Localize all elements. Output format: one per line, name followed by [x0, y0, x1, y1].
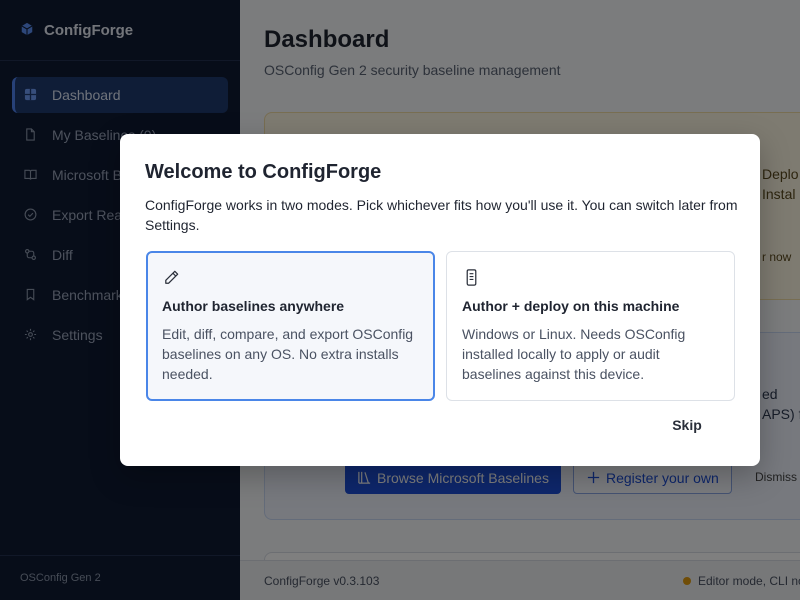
skip-button[interactable]: Skip [648, 410, 726, 440]
mode-option-author-anywhere[interactable]: Author baselines anywhere Edit, diff, co… [146, 251, 435, 401]
welcome-dialog: Welcome to ConfigForge ConfigForge works… [120, 134, 760, 466]
mode-option-author-deploy[interactable]: Author + deploy on this machine Windows … [446, 251, 735, 401]
option-title: Author + deploy on this machine [462, 298, 680, 314]
option-description: Edit, diff, compare, and export OSConfig… [162, 326, 414, 382]
device-icon [462, 268, 482, 288]
pencil-icon [162, 268, 182, 288]
dialog-description: ConfigForge works in two modes. Pick whi… [145, 197, 738, 233]
dialog-title: Welcome to ConfigForge [145, 161, 382, 183]
option-description: Windows or Linux. Needs OSConfig install… [462, 326, 686, 382]
option-title: Author baselines anywhere [162, 298, 345, 314]
